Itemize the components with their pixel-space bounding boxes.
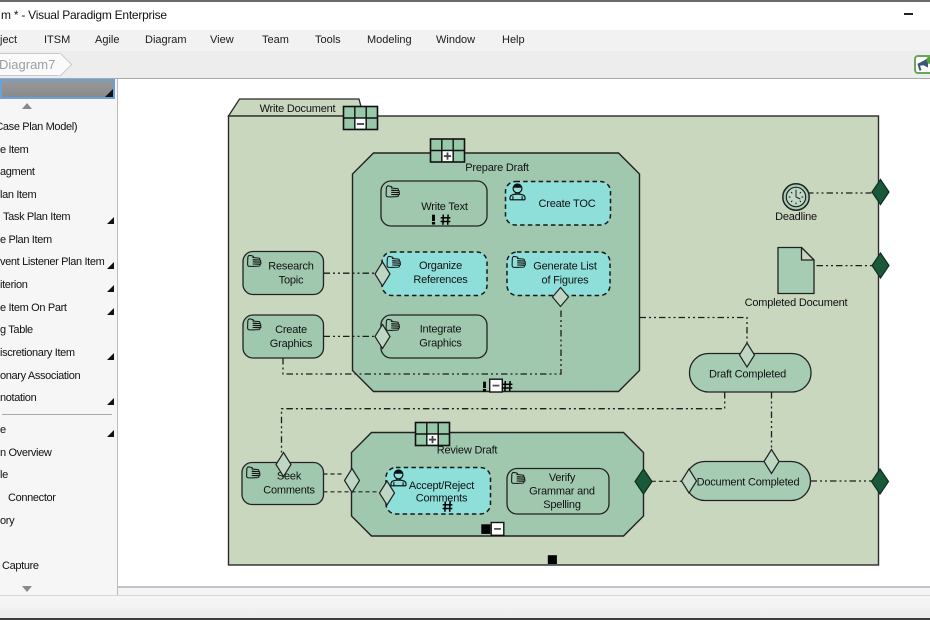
svg-text:Grammar and: Grammar and — [529, 486, 595, 498]
svg-text:References: References — [413, 274, 468, 286]
svg-text:of Figures: of Figures — [542, 275, 590, 287]
svg-text:Graphics: Graphics — [419, 338, 462, 350]
svg-text:Create TOC: Create TOC — [539, 198, 596, 210]
svg-text:Write Text: Write Text — [421, 201, 468, 213]
svg-text:Organize: Organize — [419, 260, 462, 272]
svg-text:Generate List: Generate List — [533, 261, 597, 273]
svg-text:Comments: Comments — [416, 493, 468, 505]
svg-text:Topic: Topic — [279, 275, 304, 287]
svg-text:Write Document: Write Document — [260, 103, 336, 115]
svg-text:Document Completed: Document Completed — [697, 477, 800, 489]
svg-text:Verify: Verify — [549, 472, 576, 484]
svg-text:Spelling: Spelling — [543, 499, 581, 511]
svg-text:Research: Research — [268, 261, 314, 273]
svg-text:Prepare Draft: Prepare Draft — [465, 162, 529, 174]
svg-text:Comments: Comments — [263, 485, 315, 497]
svg-text:Draft Completed: Draft Completed — [709, 369, 786, 381]
svg-text:Accept/Reject: Accept/Reject — [409, 480, 474, 492]
svg-text:Integrate: Integrate — [420, 324, 462, 336]
svg-text:Deadline: Deadline — [775, 211, 817, 223]
svg-text:Graphics: Graphics — [270, 338, 313, 350]
svg-text:Completed Document: Completed Document — [745, 297, 848, 309]
svg-text:Create: Create — [275, 324, 307, 336]
